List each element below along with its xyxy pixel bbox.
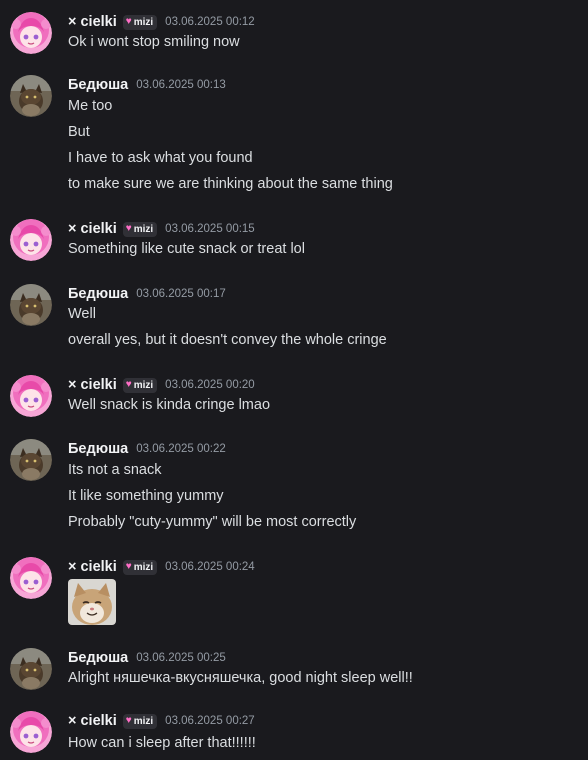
timestamp[interactable]: 03.06.2025 00:24 [165, 561, 255, 573]
heart-icon: ♥ [125, 561, 132, 572]
username[interactable]: Бедюша [68, 286, 128, 302]
message-header: Бедюша 03.06.2025 00:25 [68, 648, 226, 668]
message-text: Well snack is kinda cringe lmao [68, 397, 271, 413]
username[interactable]: × cielki [68, 377, 117, 393]
guild-tag[interactable]: ♥ mizi [122, 559, 158, 575]
guild-tag-label: mizi [133, 715, 154, 727]
message-text: overall yes, but it doesn't convey the w… [68, 332, 387, 348]
avatar[interactable] [10, 219, 52, 261]
message-text: Well [68, 306, 96, 322]
message-text: Something like cute snack or treat lol [68, 241, 305, 257]
guild-tag[interactable]: ♥ mizi [122, 377, 158, 393]
image-attachment[interactable] [68, 579, 116, 625]
guild-tag-label: mizi [133, 16, 154, 28]
guild-tag[interactable]: ♥ mizi [122, 713, 158, 729]
timestamp[interactable]: 03.06.2025 00:17 [136, 288, 226, 300]
username[interactable]: Бедюша [68, 650, 128, 666]
message-header: × cielki ♥ mizi 03.06.2025 00:27 [68, 711, 255, 731]
message-text: to make sure we are thinking about the s… [68, 176, 393, 192]
timestamp[interactable]: 03.06.2025 00:13 [136, 79, 226, 91]
message-text: But [68, 124, 90, 140]
avatar[interactable] [10, 557, 52, 599]
message-header: × cielki ♥ mizi 03.06.2025 00:12 [68, 12, 255, 32]
timestamp[interactable]: 03.06.2025 00:15 [165, 223, 255, 235]
cat-photo-avatar-icon [10, 439, 52, 481]
message-header: × cielki ♥ mizi 03.06.2025 00:24 [68, 557, 255, 577]
message-text: It like something yummy [68, 488, 224, 504]
avatar[interactable] [10, 648, 52, 690]
cat-photo-avatar-icon [10, 284, 52, 326]
avatar[interactable] [10, 284, 52, 326]
username[interactable]: × cielki [68, 559, 117, 575]
username[interactable]: × cielki [68, 713, 117, 729]
timestamp[interactable]: 03.06.2025 00:22 [136, 443, 226, 455]
pink-hair-anime-avatar-icon [10, 711, 52, 753]
pink-hair-anime-avatar-icon [10, 219, 52, 261]
cat-photo-avatar-icon [10, 75, 52, 117]
heart-icon: ♥ [125, 223, 132, 234]
message-text: Probably "cuty-yummy" will be most corre… [68, 514, 357, 530]
message-header: × cielki ♥ mizi 03.06.2025 00:15 [68, 219, 255, 239]
avatar[interactable] [10, 375, 52, 417]
username[interactable]: × cielki [68, 14, 117, 30]
message-text: I have to ask what you found [68, 150, 253, 166]
username[interactable]: × cielki [68, 221, 117, 237]
username[interactable]: Бедюша [68, 441, 128, 457]
avatar[interactable] [10, 12, 52, 54]
guild-tag-label: mizi [133, 561, 154, 573]
message-text: Alright няшечка-вкусняшечка, good night … [68, 670, 413, 686]
avatar[interactable] [10, 75, 52, 117]
cat-photo-avatar-icon [10, 648, 52, 690]
message-header: × cielki ♥ mizi 03.06.2025 00:20 [68, 375, 255, 395]
message-text: Me too [68, 98, 113, 114]
pink-hair-anime-avatar-icon [10, 375, 52, 417]
avatar[interactable] [10, 439, 52, 481]
smiling-cat-image-icon [68, 579, 116, 625]
chat-messages: × cielki ♥ mizi 03.06.2025 00:12 Ok i won… [0, 0, 588, 760]
message-header: Бедюша 03.06.2025 00:22 [68, 439, 226, 459]
heart-icon: ♥ [125, 16, 132, 27]
guild-tag[interactable]: ♥ mizi [122, 14, 158, 30]
avatar[interactable] [10, 711, 52, 753]
message-header: Бедюша 03.06.2025 00:13 [68, 75, 226, 95]
timestamp[interactable]: 03.06.2025 00:20 [165, 379, 255, 391]
guild-tag[interactable]: ♥ mizi [122, 221, 158, 237]
heart-icon: ♥ [125, 379, 132, 390]
message-text: How can i sleep after that!!!!!! [68, 735, 256, 751]
timestamp[interactable]: 03.06.2025 00:12 [165, 16, 255, 28]
pink-hair-anime-avatar-icon [10, 557, 52, 599]
guild-tag-label: mizi [133, 223, 154, 235]
timestamp[interactable]: 03.06.2025 00:27 [165, 715, 255, 727]
guild-tag-label: mizi [133, 379, 154, 391]
message-text: Its not a snack [68, 462, 162, 478]
username[interactable]: Бедюша [68, 77, 128, 93]
pink-hair-anime-avatar-icon [10, 12, 52, 54]
heart-icon: ♥ [125, 715, 132, 726]
message-text: Ok i wont stop smiling now [68, 34, 240, 50]
message-header: Бедюша 03.06.2025 00:17 [68, 284, 226, 304]
timestamp[interactable]: 03.06.2025 00:25 [136, 652, 226, 664]
